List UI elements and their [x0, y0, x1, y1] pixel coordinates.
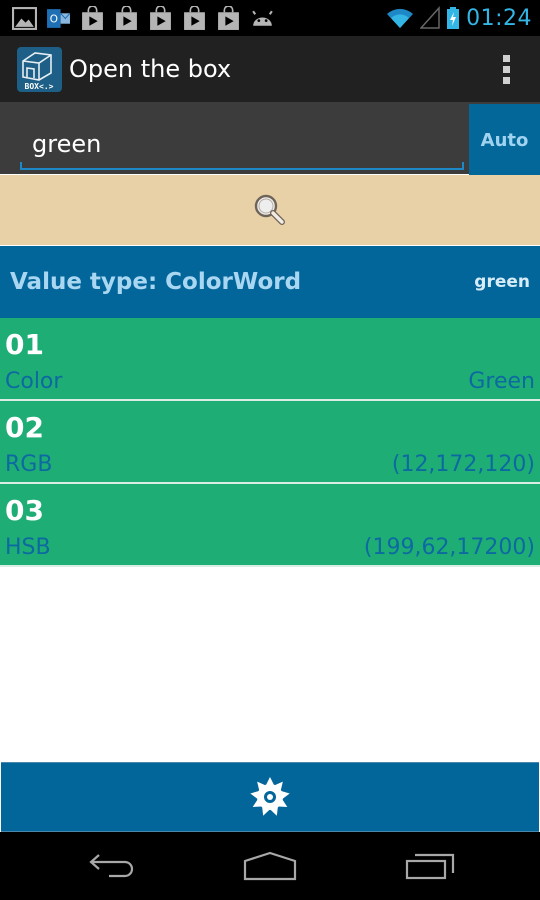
android-icon — [252, 10, 273, 26]
svg-text:O: O — [50, 13, 58, 25]
play-store-icon — [218, 5, 239, 30]
home-icon — [243, 851, 297, 881]
app-title: Open the box — [69, 55, 232, 83]
overflow-dot — [502, 76, 510, 84]
recents-button[interactable] — [385, 842, 475, 890]
wifi-icon — [387, 8, 414, 28]
signal-icon — [420, 6, 440, 29]
play-store-icon — [150, 5, 171, 30]
home-button[interactable] — [225, 842, 315, 890]
result-value: Green — [468, 369, 535, 394]
value-type-label: Value type: ColorWord — [10, 269, 302, 295]
results-list: 01 Color Green 02 RGB (12,172,120) 03 HS… — [0, 318, 540, 567]
screen: O 01:24 BOX<.> Open the box green Auto V… — [0, 0, 540, 900]
result-key: RGB — [5, 452, 53, 477]
result-key: HSB — [5, 535, 51, 560]
box-icon: BOX<.> — [22, 51, 54, 91]
status-bar: O 01:24 — [0, 0, 540, 36]
overflow-menu-button[interactable] — [500, 51, 512, 87]
navigation-bar — [0, 832, 540, 900]
search-button[interactable] — [0, 175, 540, 245]
svg-text:BOX<.>: BOX<.> — [25, 82, 54, 91]
app-logo: BOX<.> — [17, 46, 62, 92]
result-index: 01 — [5, 328, 44, 361]
search-input-wrap — [20, 124, 464, 170]
result-key: Color — [5, 369, 63, 394]
play-store-icon — [184, 5, 205, 30]
gallery-icon — [12, 6, 37, 30]
auto-button[interactable]: Auto — [469, 104, 540, 176]
back-button[interactable] — [67, 842, 157, 890]
overflow-menu-icon — [502, 54, 510, 62]
result-item-rgb[interactable]: 02 RGB (12,172,120) — [0, 401, 540, 484]
value-input-text: green — [474, 272, 530, 292]
result-item-hsb[interactable]: 03 HSB (199,62,17200) — [0, 484, 540, 567]
outlook-icon: O — [47, 8, 71, 28]
battery-charging-icon — [447, 7, 460, 29]
clock: 01:24 — [466, 5, 532, 31]
action-bar: BOX<.> Open the box — [0, 36, 540, 102]
result-index: 03 — [5, 494, 44, 527]
result-index: 02 — [5, 411, 44, 444]
result-value: (199,62,17200) — [363, 535, 535, 560]
search-input[interactable] — [20, 124, 464, 170]
result-item-color[interactable]: 01 Color Green — [0, 318, 540, 401]
search-icon — [254, 194, 285, 225]
play-store-icon — [116, 5, 137, 30]
settings-button[interactable] — [1, 762, 539, 832]
search-row: Auto — [0, 102, 540, 176]
result-value: (12,172,120) — [391, 452, 535, 477]
status-right: 01:24 — [386, 6, 532, 31]
recents-icon — [405, 853, 455, 880]
gear-icon — [250, 777, 290, 816]
back-icon — [89, 854, 134, 878]
overflow-dot — [502, 65, 510, 73]
notification-icons: O — [12, 5, 275, 31]
value-type-header: Value type: ColorWord green — [0, 246, 540, 318]
play-store-icon — [82, 5, 103, 30]
